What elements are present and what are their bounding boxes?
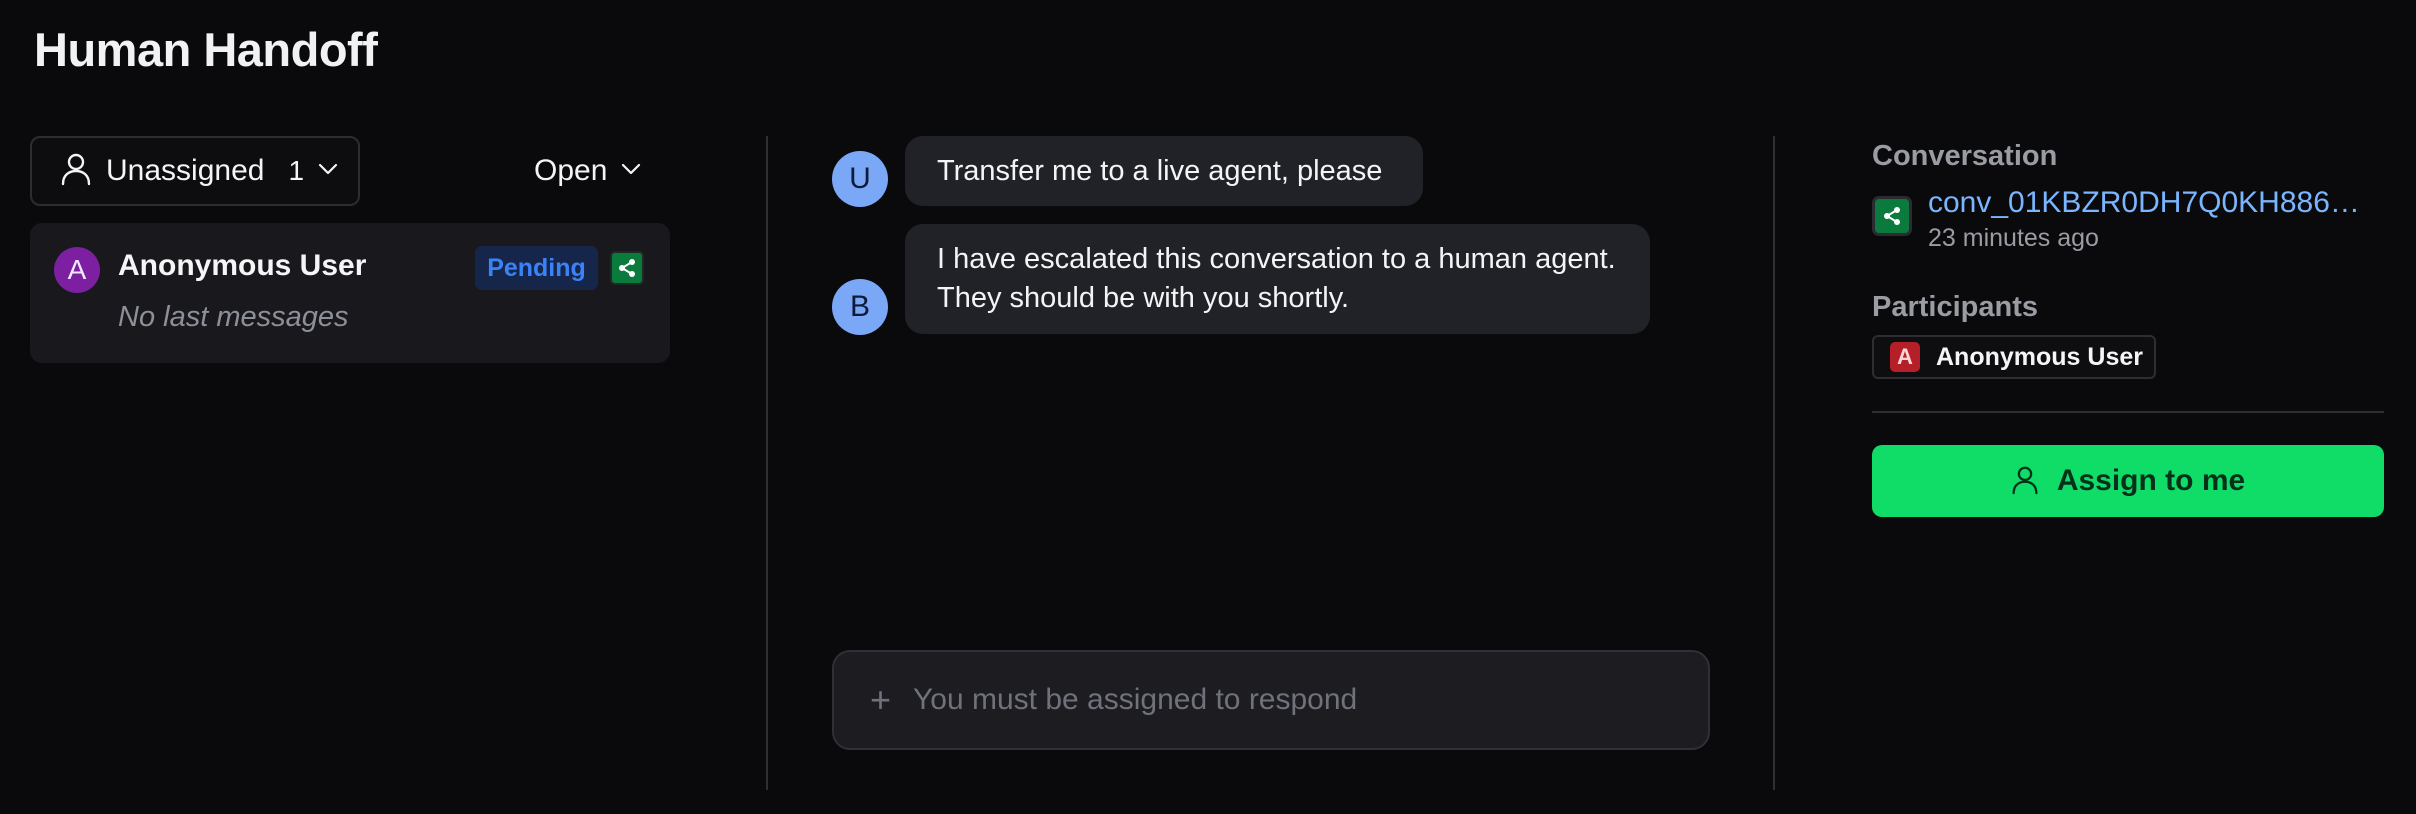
- chat-message-text: I have escalated this conversation to a …: [937, 243, 1616, 314]
- participants-section-label: Participants: [1872, 291, 2038, 323]
- message-input[interactable]: [913, 670, 1708, 730]
- human-handoff-page: Human Handoff Unassigned 1 Open A Anonym…: [0, 0, 2416, 814]
- avatar: A: [1890, 342, 1920, 372]
- chevron-down-icon: [621, 162, 641, 180]
- assign-button-label: Assign to me: [2056, 464, 2246, 497]
- user-icon: [2011, 465, 2039, 498]
- conversation-last-message: No last messages: [118, 301, 349, 333]
- column-divider: [1773, 136, 1775, 790]
- participant-chip[interactable]: A Anonymous User: [1872, 335, 2156, 379]
- assignee-filter-count: 1: [288, 155, 305, 186]
- avatar: B: [832, 279, 888, 335]
- column-divider: [766, 136, 768, 790]
- assign-to-me-button[interactable]: Assign to me: [1872, 445, 2384, 517]
- chat-message: I have escalated this conversation to a …: [905, 224, 1650, 334]
- chat-message-text: Transfer me to a live agent, please: [937, 154, 1383, 187]
- page-title: Human Handoff: [34, 23, 378, 76]
- avatar: A: [54, 247, 100, 293]
- share-icon: [1872, 196, 1912, 236]
- conversation-section-label: Conversation: [1872, 140, 2058, 172]
- message-composer: +: [832, 650, 1710, 750]
- assignee-filter-label: Unassigned: [106, 154, 265, 187]
- plus-icon[interactable]: +: [870, 682, 891, 718]
- chat-message: Transfer me to a live agent, please: [905, 136, 1423, 206]
- user-icon: [60, 152, 92, 191]
- share-icon: [610, 251, 644, 285]
- status-filter-dropdown[interactable]: Open: [534, 140, 644, 202]
- chevron-down-icon: [318, 162, 338, 180]
- status-filter-label: Open: [534, 154, 608, 187]
- conversation-timestamp: 23 minutes ago: [1928, 224, 2099, 252]
- conversation-id-link[interactable]: conv_01KBZR0DH7Q0KH886DJ...: [1928, 186, 2368, 220]
- section-divider: [1872, 411, 2384, 413]
- status-badge: Pending: [475, 246, 598, 290]
- avatar: U: [832, 151, 888, 207]
- assignee-filter-dropdown[interactable]: Unassigned 1: [30, 136, 360, 206]
- participant-name: Anonymous User: [1936, 342, 2143, 371]
- conversation-user-name: Anonymous User: [118, 249, 367, 282]
- conversation-list-item[interactable]: A Anonymous User No last messages Pendin…: [30, 223, 670, 363]
